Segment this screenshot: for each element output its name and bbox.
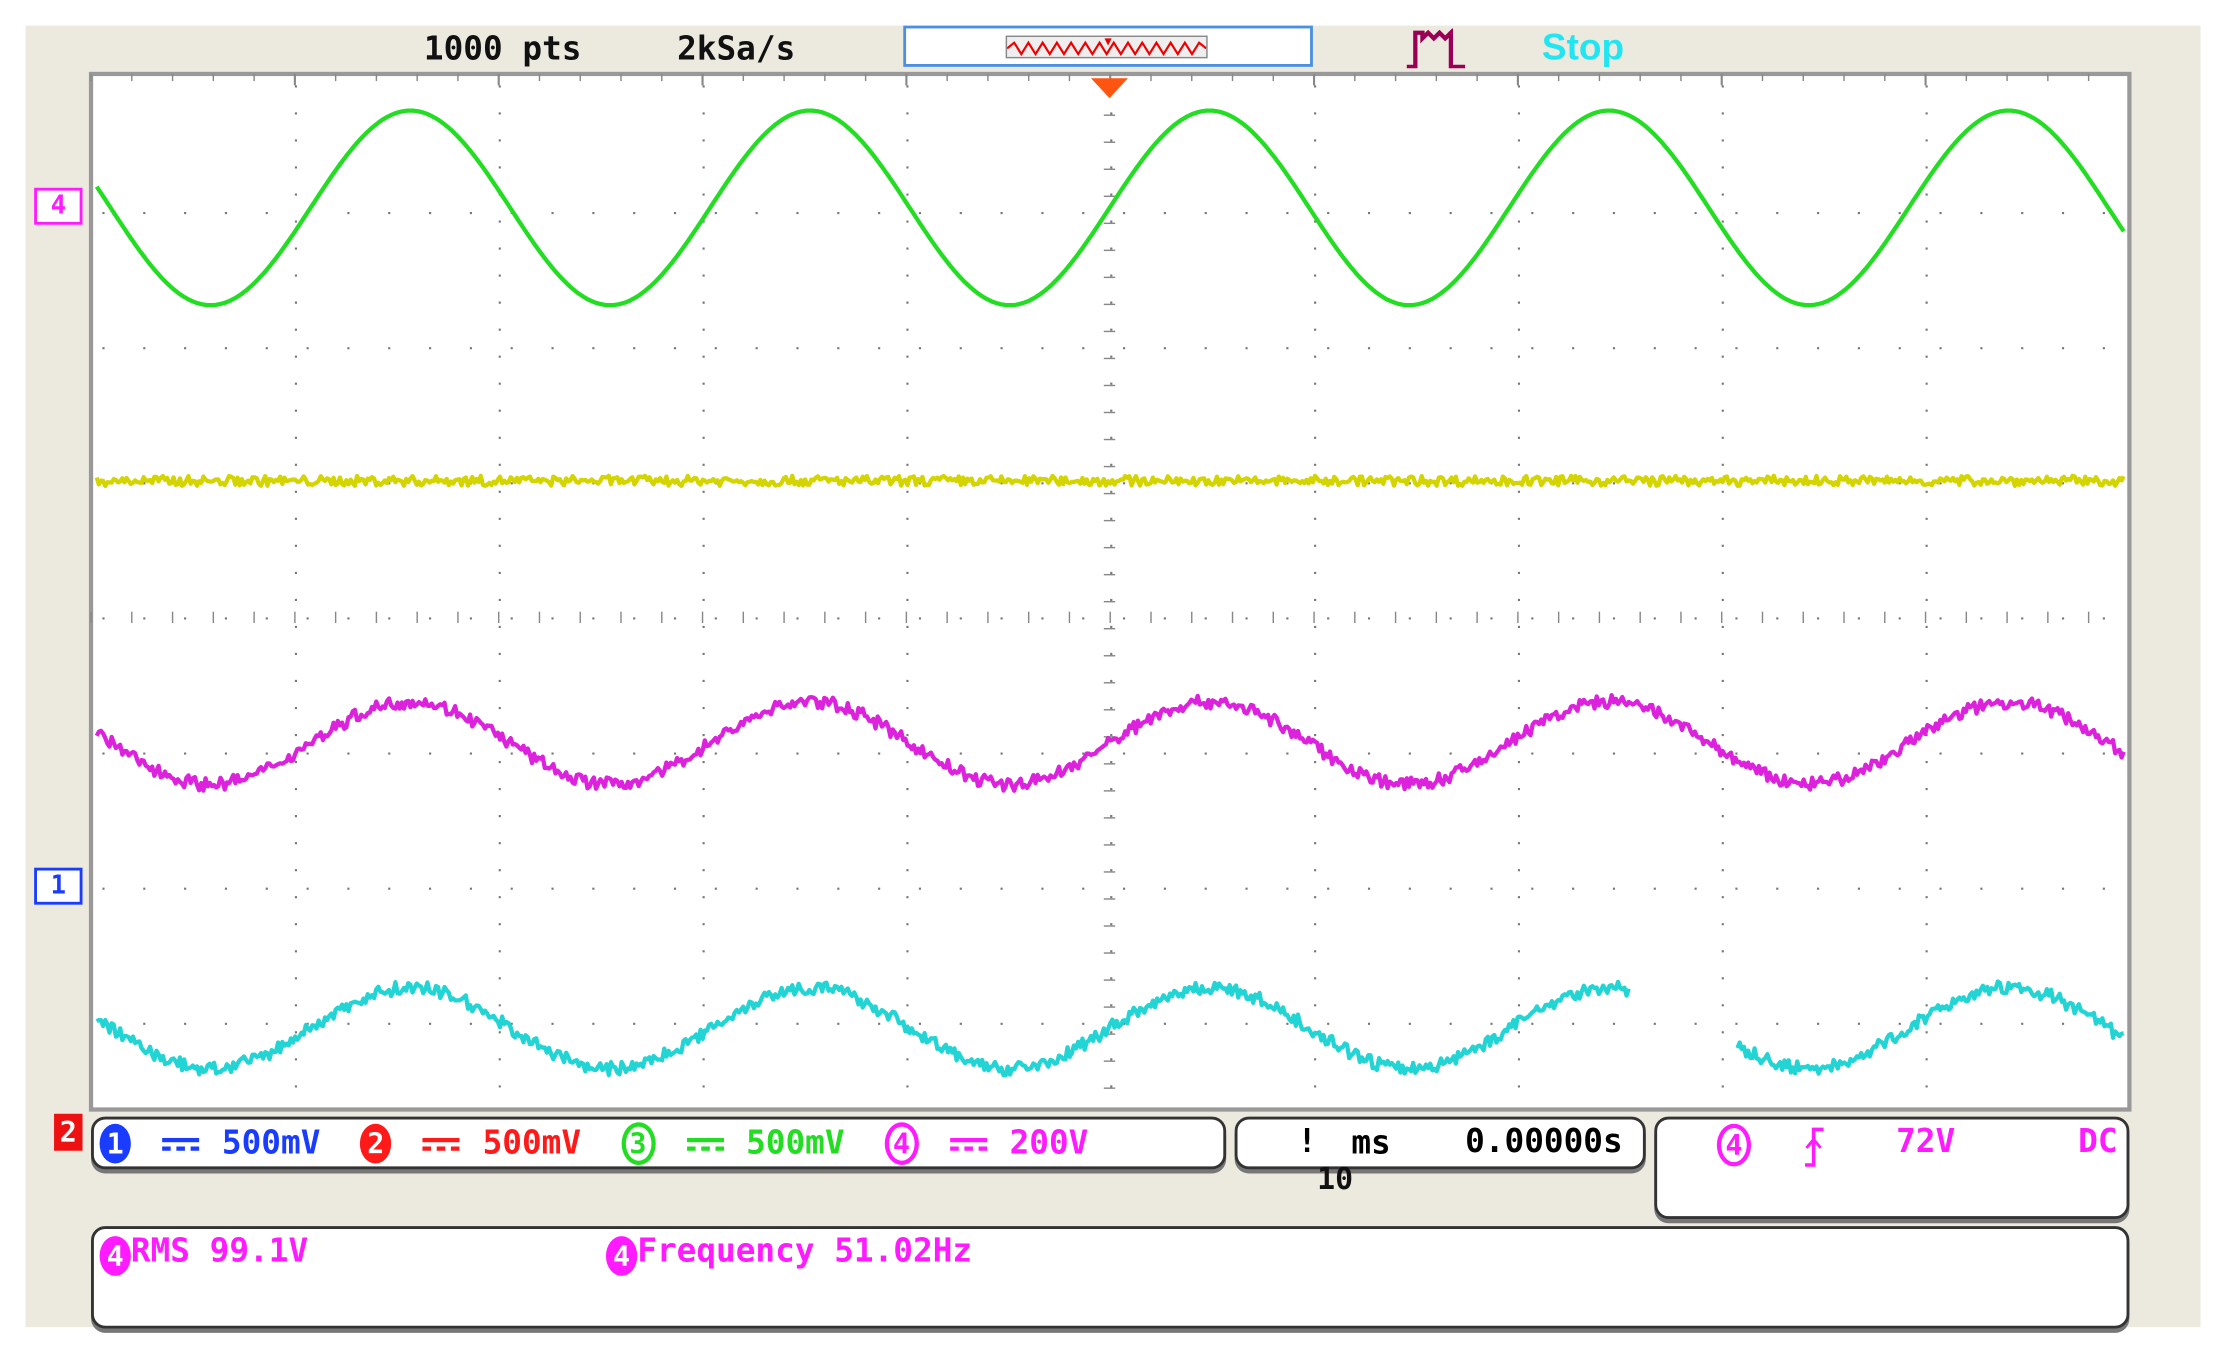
channel-4-marker[interactable]: 4 [34, 187, 83, 225]
channel-4-marker-label: 4 [50, 190, 67, 221]
measurement-label: Frequency 51.02Hz [637, 1233, 973, 1271]
dc-coupling-icon [686, 1137, 724, 1151]
channel-settings-bar: 1 500mV 2 500mV 3 500mV 4 200V [91, 1116, 1227, 1170]
measurement-rms[interactable]: 4 RMS 99.1V [99, 1233, 309, 1276]
rising-edge-icon [1805, 1127, 1824, 1167]
graticule-area [88, 71, 2132, 1112]
trigger-settings-box[interactable]: 4 72V DC [1654, 1116, 2130, 1220]
channel-2-marker[interactable]: 2 [54, 1113, 83, 1151]
measurement-source-chip: 4 [99, 1235, 131, 1276]
channel-2-marker-label: 2 [59, 1115, 77, 1150]
channel-2-setting[interactable]: 2 500mV [360, 1123, 582, 1164]
channel-scale: 500mV [746, 1125, 845, 1163]
dc-coupling-icon [422, 1137, 460, 1151]
timebase-value: 10 [1317, 1162, 1354, 1197]
dc-coupling-icon [949, 1137, 987, 1151]
channel-chip: 3 [620, 1122, 656, 1165]
channel-chip: 1 [99, 1123, 131, 1164]
channel-4-setting[interactable]: 4 200V [884, 1122, 1088, 1165]
channel-3-setting[interactable]: 3 500mV [620, 1122, 845, 1165]
oscilloscope-screen: 1000 pts 2kSa/s Stop 4 1 2 1 500mV 2 500mV 3… [0, 0, 2219, 1353]
trigger-source-chip: 4 [1716, 1123, 1752, 1167]
measurement-frequency[interactable]: 4 Frequency 51.02Hz [605, 1233, 973, 1276]
measurement-source-chip: 4 [605, 1235, 638, 1276]
trigger-coupling: DC [2078, 1123, 2118, 1161]
channel-scale: 500mV [482, 1125, 582, 1163]
trigger-level: 72V [1896, 1123, 1956, 1161]
channel-scale: 200V [1009, 1125, 1089, 1163]
timebase-glyph: ! [1297, 1123, 1317, 1161]
channel-1-marker-label: 1 [50, 870, 67, 901]
measurement-label: RMS 99.1V [130, 1233, 309, 1271]
dc-coupling-icon [162, 1137, 200, 1151]
measurement-box: 4 RMS 99.1V 4 Frequency 51.02Hz [91, 1226, 2130, 1329]
trigger-delay: 0.00000s [1465, 1123, 1623, 1161]
timebase-box[interactable]: ! ms 0.00000s [1234, 1116, 1646, 1170]
channel-chip: 2 [360, 1123, 392, 1164]
channel-1-marker[interactable]: 1 [34, 867, 83, 905]
channel-chip: 4 [884, 1122, 919, 1165]
channel-scale: 500mV [221, 1125, 321, 1163]
channel-1-setting[interactable]: 1 500mV [99, 1123, 321, 1164]
timebase-unit: ms [1351, 1125, 1391, 1163]
